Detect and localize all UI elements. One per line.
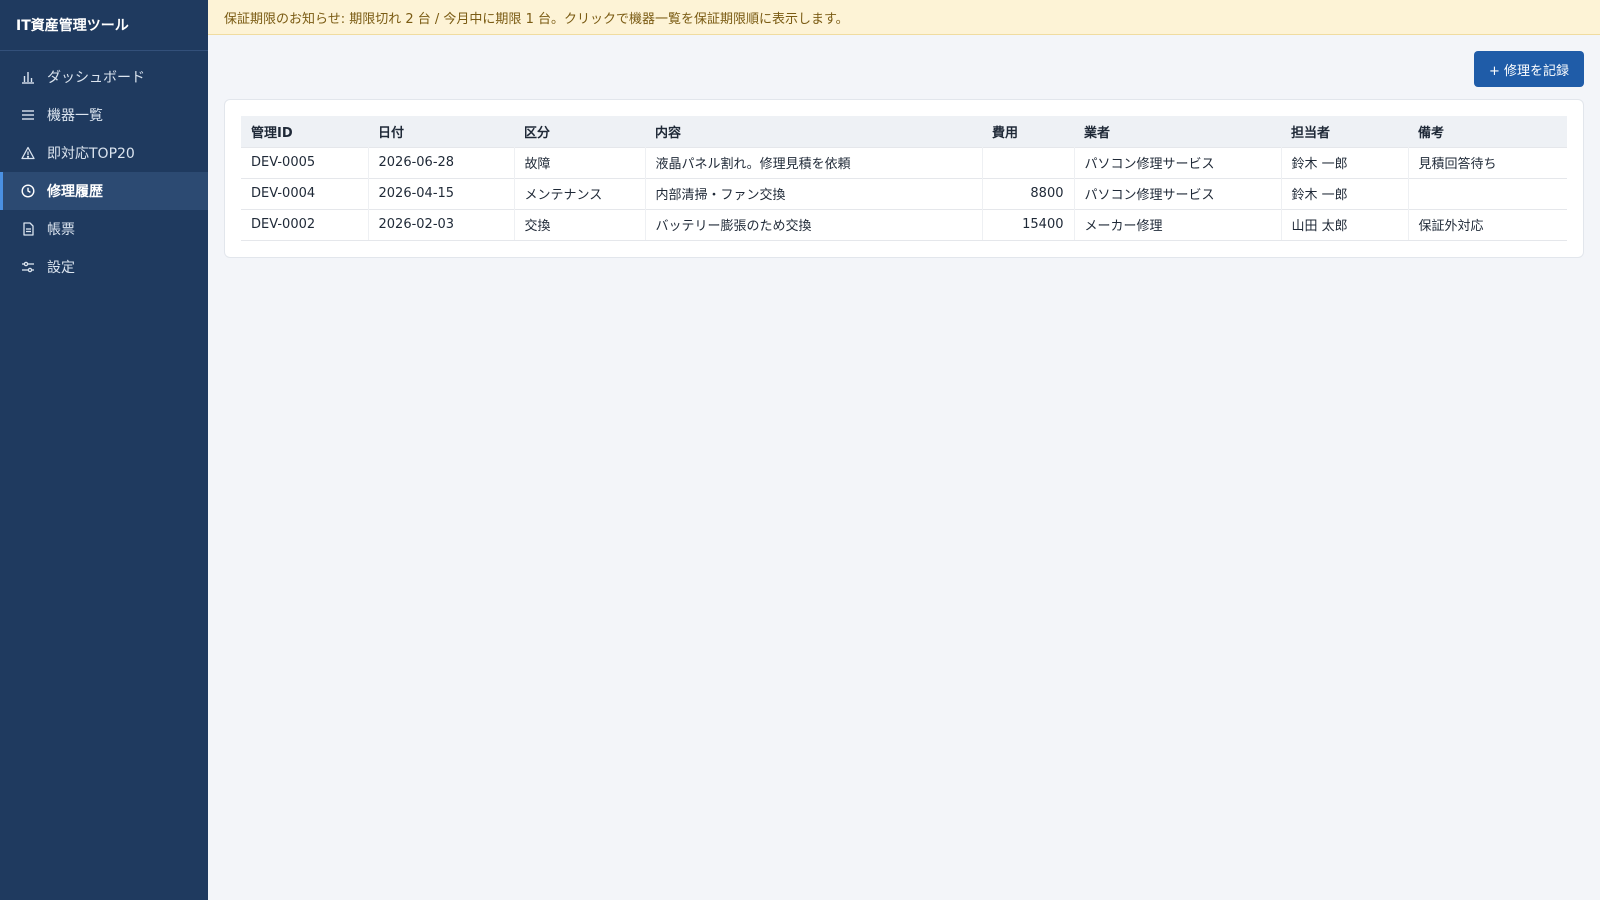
cell-cost: 8800: [982, 177, 1075, 209]
toolbar: + 修理を記録: [208, 35, 1600, 99]
cell-category: メンテナンス: [514, 177, 646, 209]
clock-icon: [21, 184, 35, 198]
table-row[interactable]: DEV-0005 2026-06-28 故障 液晶パネル割れ。修理見積を依頼 パ…: [241, 146, 1567, 178]
cell-cost: 15400: [982, 208, 1075, 241]
app-title: IT資産管理ツール: [0, 0, 208, 51]
cell-description: 液晶パネル割れ。修理見積を依頼: [645, 146, 983, 178]
cell-assignee: 山田 太郎: [1281, 208, 1409, 241]
sidebar-item-reports[interactable]: 帳票: [0, 210, 208, 248]
cell-vendor: パソコン修理サービス: [1074, 177, 1282, 209]
sidebar-item-dashboard[interactable]: ダッシュボード: [0, 58, 208, 96]
cell-id: DEV-0002: [241, 208, 369, 241]
cell-description: バッテリー膨張のため交換: [645, 208, 983, 241]
cell-notes: [1408, 177, 1567, 209]
document-icon: [21, 222, 35, 236]
cell-vendor: パソコン修理サービス: [1074, 146, 1282, 178]
cell-category: 交換: [514, 208, 646, 241]
cell-notes: 見積回答待ち: [1408, 146, 1567, 178]
sidebar-item-label: 設定: [47, 260, 75, 276]
sidebar-item-label: ダッシュボード: [47, 70, 145, 86]
main-content: 保証期限のお知らせ: 期限切れ 2 台 / 今月中に期限 1 台。クリックで機器…: [208, 0, 1600, 900]
cell-assignee: 鈴木 一郎: [1281, 146, 1409, 178]
sidebar-item-label: 機器一覧: [47, 108, 103, 124]
sidebar-item-settings[interactable]: 設定: [0, 248, 208, 286]
sidebar-nav: ダッシュボード 機器一覧 即対応TOP20 修理履歴 帳票 設定: [0, 51, 208, 286]
repair-history-card: 管理ID 日付 区分 内容 費用 業者 担当者 備考 DEV-0005 2026…: [224, 99, 1584, 258]
table-row[interactable]: DEV-0004 2026-04-15 メンテナンス 内部清掃・ファン交換 88…: [241, 177, 1567, 209]
cell-cost: [982, 146, 1075, 178]
bar-chart-icon: [21, 70, 35, 84]
cell-date: 2026-06-28: [368, 146, 515, 178]
list-icon: [21, 108, 35, 122]
sidebar-item-label: 即対応TOP20: [47, 146, 135, 162]
column-header-description[interactable]: 内容: [645, 116, 982, 147]
cell-date: 2026-02-03: [368, 208, 515, 241]
cell-id: DEV-0004: [241, 177, 369, 209]
sidebar-item-device-list[interactable]: 機器一覧: [0, 96, 208, 134]
table-header-row: 管理ID 日付 区分 内容 費用 業者 担当者 備考: [241, 116, 1567, 147]
cell-category: 故障: [514, 146, 646, 178]
column-header-assignee[interactable]: 担当者: [1281, 116, 1408, 147]
sidebar-item-label: 修理履歴: [47, 184, 103, 200]
cell-description: 内部清掃・ファン交換: [645, 177, 983, 209]
sidebar-item-top20[interactable]: 即対応TOP20: [0, 134, 208, 172]
cell-assignee: 鈴木 一郎: [1281, 177, 1409, 209]
warning-icon: [21, 146, 35, 160]
table-row[interactable]: DEV-0002 2026-02-03 交換 バッテリー膨張のため交換 1540…: [241, 208, 1567, 241]
cell-date: 2026-04-15: [368, 177, 515, 209]
column-header-vendor[interactable]: 業者: [1074, 116, 1281, 147]
sidebar-item-repair-history[interactable]: 修理履歴: [0, 172, 208, 210]
column-header-notes[interactable]: 備考: [1408, 116, 1567, 147]
add-repair-button[interactable]: + 修理を記録: [1473, 51, 1584, 87]
column-header-cost[interactable]: 費用: [982, 116, 1074, 147]
sliders-icon: [21, 260, 35, 274]
cell-id: DEV-0005: [241, 146, 369, 178]
cell-notes: 保証外対応: [1408, 208, 1567, 241]
sidebar: IT資産管理ツール ダッシュボード 機器一覧 即対応TOP20 修理履歴 帳票 …: [0, 0, 208, 900]
column-header-date[interactable]: 日付: [368, 116, 514, 147]
sidebar-item-label: 帳票: [47, 222, 75, 238]
cell-vendor: メーカー修理: [1074, 208, 1282, 241]
repair-history-table: 管理ID 日付 区分 内容 費用 業者 担当者 備考 DEV-0005 2026…: [241, 116, 1567, 241]
column-header-id[interactable]: 管理ID: [241, 116, 368, 147]
warranty-notice-banner[interactable]: 保証期限のお知らせ: 期限切れ 2 台 / 今月中に期限 1 台。クリックで機器…: [208, 0, 1600, 35]
column-header-category[interactable]: 区分: [514, 116, 645, 147]
